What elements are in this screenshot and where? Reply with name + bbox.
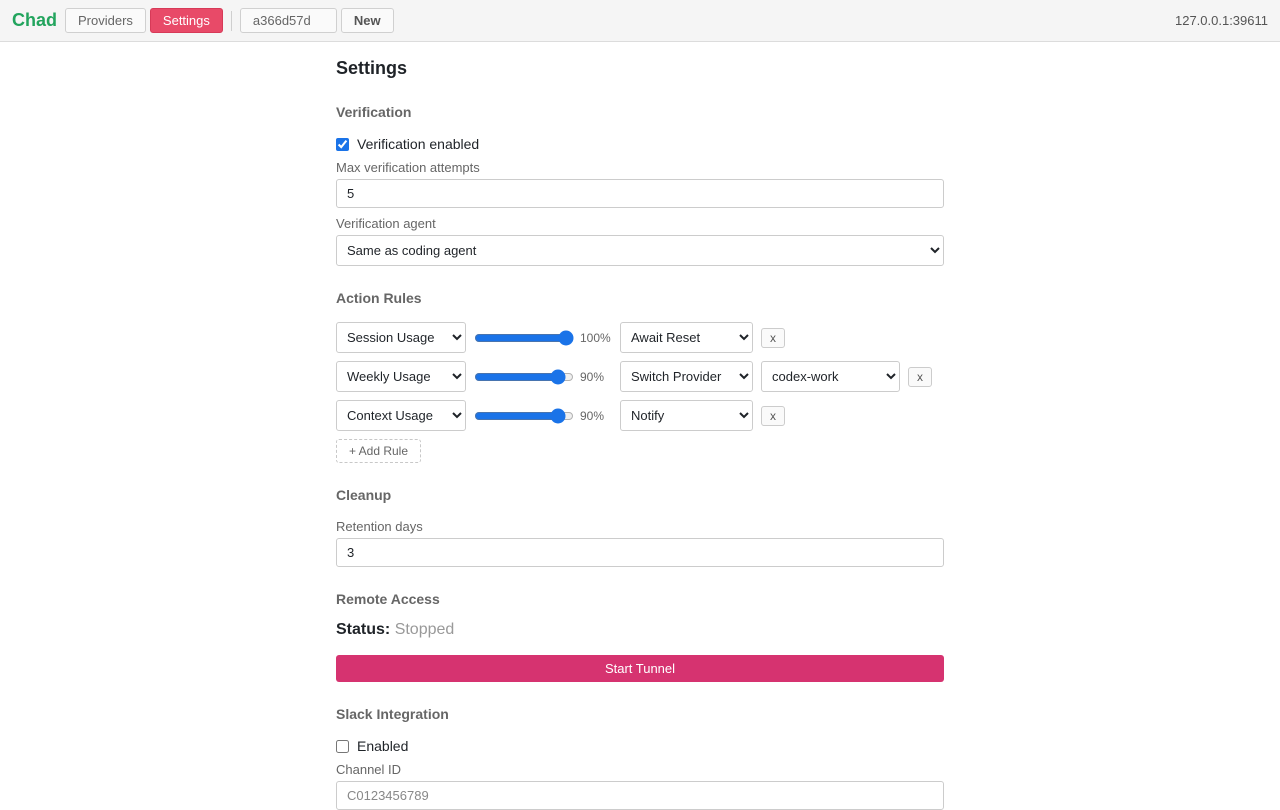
session-id-selector[interactable]: a366d57d — [239, 8, 337, 33]
section-title-remote-access: Remote Access — [336, 591, 440, 607]
rule-threshold-value: 100% — [580, 330, 611, 345]
brand-logo[interactable]: Chad — [12, 10, 57, 31]
tunnel-status: Status: Stopped — [336, 621, 944, 641]
section-title-slack: Slack Integration — [336, 706, 449, 722]
remove-rule-button[interactable]: x — [761, 405, 785, 426]
remove-rule-button[interactable]: x — [908, 366, 932, 387]
rule-action-select[interactable]: Await Reset — [620, 322, 753, 353]
top-bar: Chad Providers Settings a366d57d New 127… — [0, 0, 1280, 42]
toolbar-divider — [230, 10, 232, 31]
retention-days-input[interactable] — [336, 538, 944, 567]
tab-settings[interactable]: Settings — [149, 8, 223, 33]
verification-enabled-checkbox[interactable] — [336, 137, 349, 151]
verification-agent-select[interactable]: Same as coding agent — [336, 235, 944, 266]
rule-threshold-slider[interactable] — [474, 407, 574, 424]
slack-enabled-checkbox[interactable] — [336, 739, 349, 753]
rule-provider-select[interactable]: codex-work — [761, 361, 900, 392]
rule-metric-select[interactable]: Weekly Usage — [336, 361, 466, 392]
section-title-action-rules: Action Rules — [336, 290, 422, 306]
rule-row: Session Usage 100% Await Reset x — [336, 322, 944, 353]
max-attempts-label: Max verification attempts — [336, 160, 480, 175]
section-title-cleanup: Cleanup — [336, 487, 392, 503]
rule-threshold-slider[interactable] — [474, 329, 574, 346]
rule-threshold-slider[interactable] — [474, 368, 574, 385]
rule-row: Context Usage 90% Notify x — [336, 400, 944, 431]
new-session-button[interactable]: New — [340, 8, 394, 33]
retention-days-label: Retention days — [336, 519, 423, 534]
verification-agent-label: Verification agent — [336, 216, 436, 231]
rule-row: Weekly Usage 90% Switch Provider codex-w… — [336, 361, 944, 392]
section-title-verification: Verification — [336, 104, 412, 120]
verification-enabled-row[interactable]: Verification enabled — [336, 136, 944, 152]
rule-action-select[interactable]: Switch Provider — [620, 361, 753, 392]
verification-enabled-label: Verification enabled — [357, 136, 480, 152]
rule-threshold-value: 90% — [580, 408, 605, 423]
rule-metric-select[interactable]: Session Usage — [336, 322, 466, 353]
add-rule-button[interactable]: + Add Rule — [336, 439, 421, 463]
start-tunnel-button[interactable]: Start Tunnel — [336, 655, 944, 682]
slack-enabled-row[interactable]: Enabled — [336, 738, 944, 754]
remove-rule-button[interactable]: x — [761, 327, 785, 348]
rule-metric-select[interactable]: Context Usage — [336, 400, 466, 431]
channel-id-label: Channel ID — [336, 762, 402, 777]
settings-panel: Settings Verification Verification enabl… — [336, 42, 944, 810]
page-title: Settings — [336, 58, 408, 78]
host-address: 127.0.0.1:39611 — [1174, 13, 1268, 28]
max-attempts-input[interactable] — [336, 179, 944, 208]
rule-action-select[interactable]: Notify — [620, 400, 753, 431]
tunnel-status-value: Stopped — [394, 621, 455, 638]
channel-id-input[interactable] — [336, 781, 944, 810]
tunnel-status-key: Status: — [336, 621, 391, 638]
slack-enabled-label: Enabled — [357, 738, 409, 754]
tab-providers[interactable]: Providers — [65, 8, 146, 33]
rule-threshold-value: 90% — [580, 369, 605, 384]
